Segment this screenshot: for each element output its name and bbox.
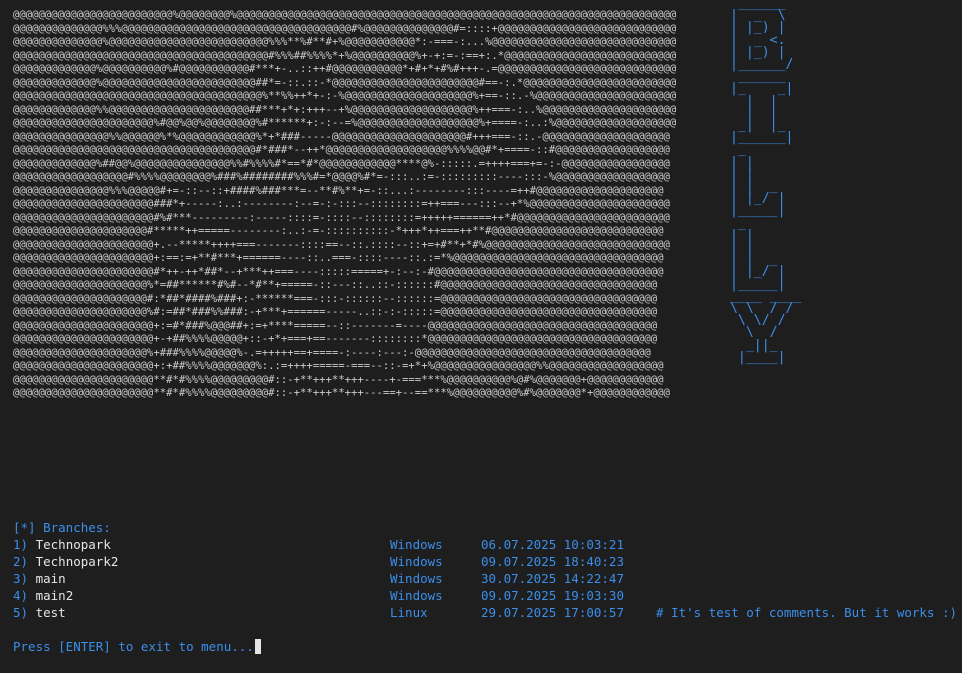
branch-os: Windows [390,571,443,586]
ascii-art-line: @@@@@@@@@@@@@@@@@@@@@%+###%%%%@@@@@%-.=+… [13,346,651,359]
ascii-art-line: @@@@@@@@@@@@@@@%%@@@@@@%*%@@@@@@@@@@@@%*… [13,130,670,143]
branch-number: 5) [13,605,29,620]
branch-number: 2) [13,554,29,569]
exit-prompt[interactable]: Press [ENTER] to exit to menu... [13,638,261,655]
ascii-art-line: @@@@@@@@@@@@@@@@@@@@@@#*++-++*##*--+***+… [13,265,664,278]
ascii-art-line: @@@@@@@@@@@@@@@@@@@@@@@@@@@@@@@@@@@@@@#*… [13,144,670,156]
branch-number: 3) [13,571,29,586]
ascii-art-line: @@@@@@@@@@@@@%@@@@@@@@@@%#@@@@@@@@@@@#**… [13,63,677,75]
logo-art-line: |____| [722,349,802,365]
branch-comment: # It's test of comments. But it works :) [656,605,958,620]
branch-name: test [35,605,66,620]
branch-name: main2 [35,588,74,603]
ascii-art-line: @@@@@@@@@@@@@@@@@@@@@@**#*#%%%%@@@@@@@@@… [13,373,664,386]
billy-ascii-logo: ______ | _ \ | |_) | | _ <. | |_) | |___… [722,0,809,364]
branch-os: Windows [390,588,443,603]
ascii-art-line: @@@@@@@@@@@@@@@@@@@@@@+-+##%%%%@@@@@+::-… [13,333,658,345]
ascii-art-line: @@@@@@@@@@@@@@@@@@@@@%*=##******#%#--*#*… [13,279,658,291]
ascii-art-line: @@@@@@@@@@@@@@@@@@@@@@@@@%@@@@@@@@%@@@@@… [13,9,677,21]
ascii-art-line: @@@@@@@@@@@@@@@@@@@@@@+:+##%%%%@@@@@@@%:… [13,360,664,372]
ascii-art-line: @@@@@@@@@@@@@@@@@@@@@@#%#***---------:--… [13,211,670,224]
ascii-art-line: @@@@@@@@@@@@@@@@@@@@@@+.--*****++++===--… [13,238,670,251]
ascii-art-line: @@@@@@@@@@@@@%##@@%@@@@@@@@@@@@@@@%%#%%%… [13,157,670,170]
branch-row[interactable]: 3) main Windows 30.07.2025 14:22:47 [13,570,624,587]
branch-row[interactable]: 2) Technopark2 Windows 09.07.2025 18:40:23 [13,553,624,570]
ascii-art-line: @@@@@@@@@@@@@@@@@@@@@@+:=#*###%@@@##+:=+… [13,319,658,332]
branch-datetime: 09.07.2025 19:03:30 [481,588,624,603]
branch-row[interactable]: 1) Technopark Windows 06.07.2025 10:03:21 [13,536,624,553]
ascii-art-line: @@@@@@@@@@@@@@@@@@@@@#:*##*####%###+:-**… [13,292,658,305]
prompt-text: Press [ENTER] to exit to menu... [13,639,254,654]
branch-number: 4) [13,588,29,603]
branch-list: 1) Technopark Windows 06.07.2025 10:03:21 2… [13,536,957,621]
ascii-art-line: @@@@@@@@@@@@@%@@@@@@@@@@@@@@@@@@@@@@@@##… [13,76,677,89]
ascii-art-line: @@@@@@@@@@@@@@%%%@@@@@@@@@@@@@@@@@@@@@@@… [13,22,677,35]
branch-name: Technopark2 [35,554,119,569]
terminal-cursor [254,639,261,654]
branch-name: main [35,571,66,586]
branch-datetime: 09.07.2025 18:40:23 [481,554,624,569]
ascii-art-line: @@@@@@@@@@@@@@@@@@@@@@@@@@@@@@@@@@@@@@@@… [13,49,677,62]
ascii-art-line: @@@@@@@@@@@@@%%@@@@@@@@@@@@@@@@@@@@@@##*… [13,103,677,116]
branch-datetime: 29.07.2025 17:00:57 [481,605,624,620]
ascii-art-line: @@@@@@@@@@@@@@@@@@@@@#*****++=====------… [13,225,664,237]
branches-header: [*] Branches: [13,520,111,535]
branch-os: Windows [390,537,443,552]
branch-os: Linux [390,605,428,620]
branch-row[interactable]: 4) main2 Windows 09.07.2025 19:03:30 [13,587,624,604]
branch-os: Windows [390,554,443,569]
ascii-art-line: @@@@@@@@@@@@@@@%%%@@@@@#+=-::--::+####%#… [13,184,664,197]
ascii-art-line: @@@@@@@@@@@@@@%@@@@@@@@@@@@@@@@@@@@@@@@@… [13,36,677,48]
ascii-art-line: @@@@@@@@@@@@@@@@@@@@@@@@@@@@@@@@@@@@@@@%… [13,90,677,102]
branches-section: [*] Branches: 1) Technopark Windows 06.07.… [13,519,957,621]
branch-datetime: 06.07.2025 10:03:21 [481,537,624,552]
branch-datetime: 30.07.2025 14:22:47 [481,571,624,586]
branch-number: 1) [13,537,29,552]
ascii-art-portrait: @@@@@@@@@@@@@@@@@@@@@@@@@%@@@@@@@@%@@@@@… [13,9,676,401]
ascii-art-line: @@@@@@@@@@@@@@@@@@@@@@+:==:=+**#***+====… [13,252,664,264]
ascii-art-line: @@@@@@@@@@@@@@@@@@#%%%%@@@@@@@@%###%####… [13,171,670,183]
ascii-art-line: @@@@@@@@@@@@@@@@@@@@@@###*+-----:..:----… [13,198,670,210]
branch-name: Technopark [35,537,111,552]
ascii-art-line: @@@@@@@@@@@@@@@@@@@@@%#:=##*###%%###:-+*… [13,306,658,318]
branch-row[interactable]: 5) test Linux 29.07.2025 17:00:57 # It's te… [13,604,957,621]
ascii-art-line: @@@@@@@@@@@@@@@@@@@@@@**#*#%%%%@@@@@@@@@… [13,387,670,399]
ascii-art-line: @@@@@@@@@@@@@@@@@@@@@@%#@@%@@%@@@@@@@@%#… [13,117,677,129]
